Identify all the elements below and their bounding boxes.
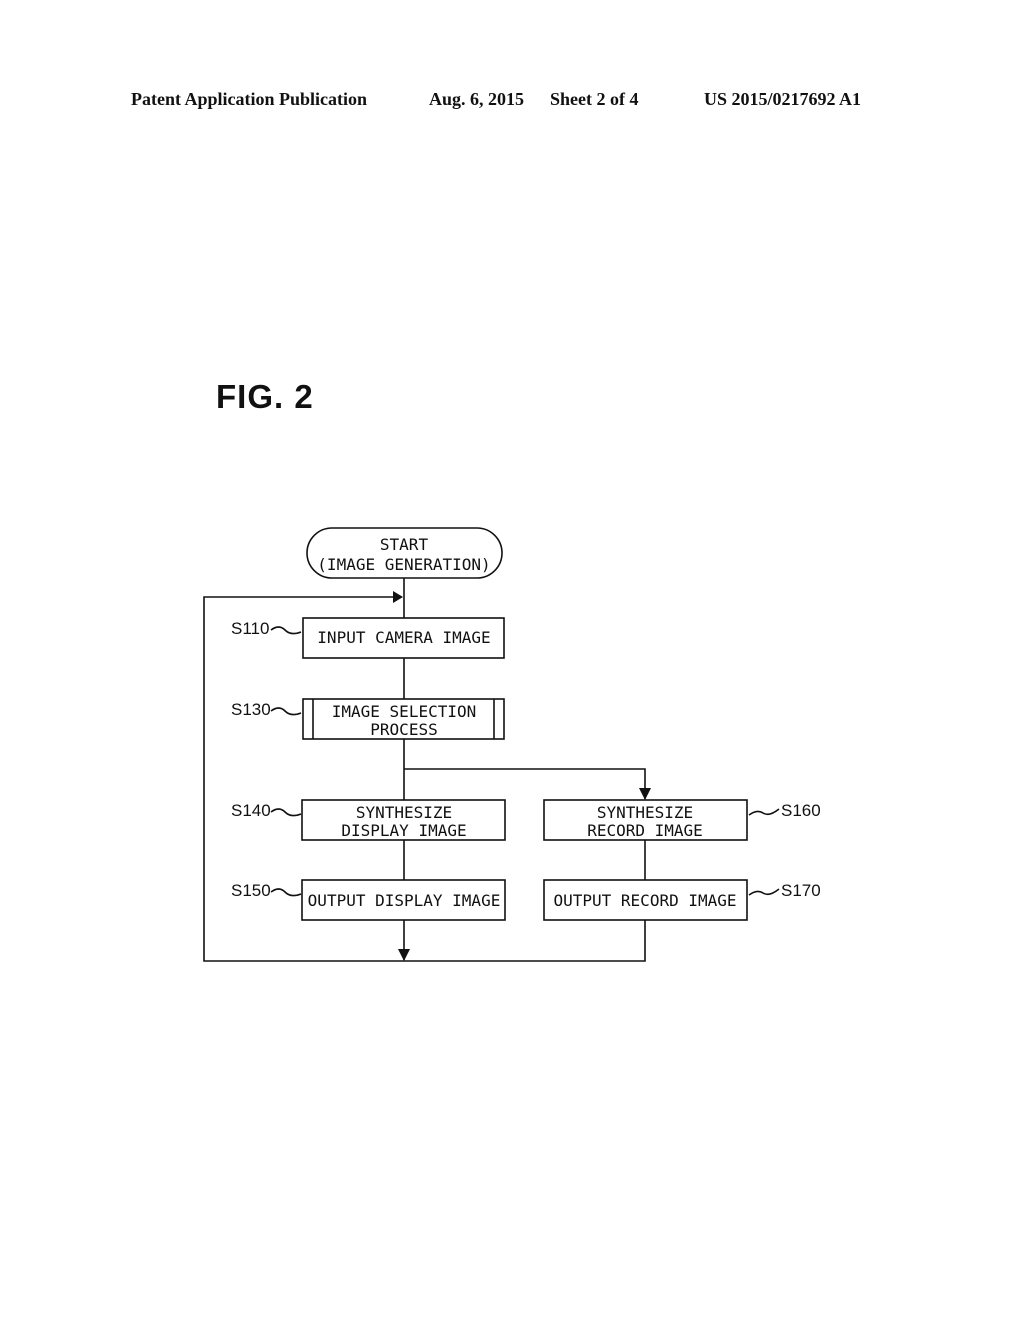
- s170-text: OUTPUT RECORD IMAGE: [553, 891, 736, 910]
- s150-label: S150: [231, 881, 271, 900]
- s110-label: S110: [231, 619, 269, 638]
- flowchart: START (IMAGE GENERATION) S110 INPUT CAME…: [203, 527, 821, 962]
- s130-text-line2: PROCESS: [370, 720, 437, 739]
- s140-text-line2: DISPLAY IMAGE: [341, 821, 466, 840]
- s140-label: S140: [231, 801, 271, 820]
- s160-leader: [748, 808, 780, 816]
- s160-label: S160: [781, 801, 821, 820]
- s160-text-line1: SYNTHESIZE: [597, 803, 693, 822]
- s170-leader: [748, 888, 780, 896]
- s170-label: S170: [781, 881, 821, 900]
- s110-leader: [270, 626, 302, 635]
- branch-to-s160: [404, 768, 651, 800]
- start-line1: START: [380, 535, 429, 554]
- s150-leader: [270, 888, 302, 897]
- s130-leader: [270, 707, 302, 716]
- s110-text: INPUT CAMERA IMAGE: [317, 628, 490, 647]
- s140-text-line1: SYNTHESIZE: [356, 803, 452, 822]
- s150-text: OUTPUT DISPLAY IMAGE: [308, 891, 501, 910]
- s130-text-line1: IMAGE SELECTION: [332, 702, 477, 721]
- s160-text-line2: RECORD IMAGE: [587, 821, 703, 840]
- start-line2: (IMAGE GENERATION): [317, 555, 490, 574]
- s140-leader: [270, 808, 302, 817]
- s130-label: S130: [231, 700, 271, 719]
